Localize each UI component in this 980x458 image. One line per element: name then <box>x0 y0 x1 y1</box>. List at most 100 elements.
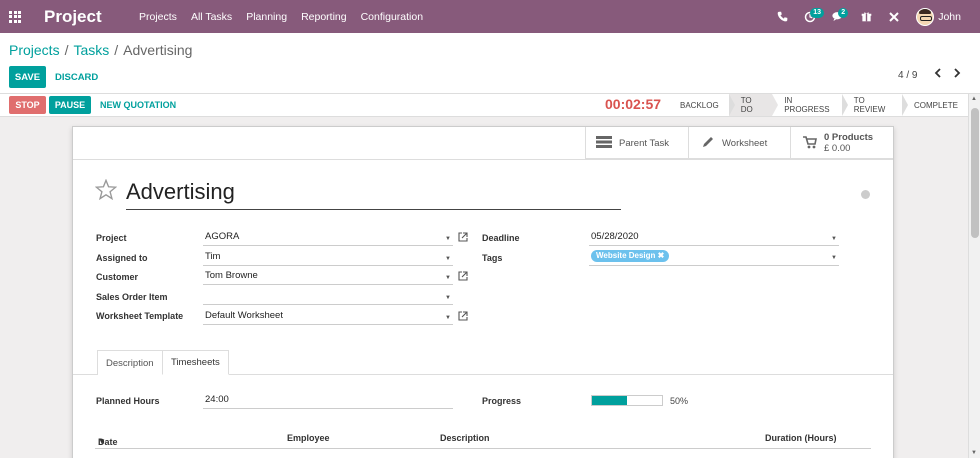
breadcrumb-projects[interactable]: Projects <box>9 42 60 58</box>
deadline-value: 05/28/2020 <box>591 231 639 242</box>
chat-icon[interactable]: 2 <box>824 0 852 33</box>
scroll-down-icon[interactable]: ▼ <box>971 450 977 456</box>
caret-down-icon: ▼ <box>445 236 451 242</box>
tab-timesheets[interactable]: Timesheets <box>162 350 229 375</box>
external-link-icon[interactable] <box>458 232 468 244</box>
worksheet-template-value: Default Worksheet <box>205 310 283 321</box>
cart-icon <box>803 135 817 151</box>
tags-field[interactable]: Website Design ✖ ▼ <box>589 250 839 266</box>
assigned-field[interactable]: Tim ▼ <box>203 251 453 266</box>
project-field[interactable]: AGORA ▼ <box>203 231 453 246</box>
list-icon <box>596 135 612 151</box>
column-duration[interactable]: Duration (Hours) <box>765 433 837 443</box>
stage-backlog[interactable]: BACKLOG <box>668 94 735 116</box>
form-statusbar: STOP PAUSE NEW QUOTATION 00:02:57 BACKLO… <box>0 94 968 117</box>
navbar-systray: 13 2 John <box>768 0 980 33</box>
activity-badge: 13 <box>810 8 825 18</box>
column-employee[interactable]: Employee <box>287 433 330 443</box>
caret-down-icon: ▼ <box>831 255 837 261</box>
tag-chip[interactable]: Website Design ✖ <box>591 250 670 262</box>
form-sheet: Parent Task Worksheet 0 Products £ 0.00 … <box>72 126 894 458</box>
sort-icon: ▼ <box>98 437 106 446</box>
worksheet-label: Worksheet <box>722 137 768 149</box>
stop-timer-button[interactable]: STOP <box>9 96 46 114</box>
scrollbar-thumb[interactable] <box>971 108 979 238</box>
scroll-up-icon[interactable]: ▲ <box>971 96 977 102</box>
chevron-right-icon[interactable] <box>953 68 961 81</box>
worksheet-button[interactable]: Worksheet <box>688 127 790 159</box>
column-description[interactable]: Description <box>440 433 490 443</box>
assigned-label: Assigned to <box>96 253 148 263</box>
caret-down-icon: ▼ <box>445 315 451 321</box>
worksheet-template-label: Worksheet Template <box>96 311 184 321</box>
planned-hours-value: 24:00 <box>205 394 229 405</box>
stage-complete[interactable]: COMPLETE <box>902 94 968 116</box>
products-button[interactable]: 0 Products £ 0.00 <box>790 127 893 159</box>
app-brand[interactable]: Project <box>44 7 122 27</box>
external-link-icon[interactable] <box>458 311 468 323</box>
activity-clock-icon[interactable]: 13 <box>796 0 825 33</box>
customer-value: Tom Browne <box>205 270 258 281</box>
stage-in-progress[interactable]: IN PROGRESS <box>772 94 848 116</box>
products-count: 0 Products <box>824 132 874 143</box>
messages-badge: 2 <box>838 8 849 18</box>
caret-down-icon: ▼ <box>445 295 451 301</box>
stage-to-review[interactable]: TO REVIEW <box>842 94 909 116</box>
menu-item-planning[interactable]: Planning <box>239 11 294 23</box>
save-button[interactable]: SAVE <box>9 66 46 88</box>
menu-item-reporting[interactable]: Reporting <box>294 11 354 23</box>
tab-description[interactable]: Description <box>97 350 163 375</box>
planned-hours-field[interactable]: 24:00 <box>203 394 453 409</box>
phone-icon[interactable] <box>768 0 796 33</box>
caret-down-icon: ▼ <box>445 256 451 262</box>
sale-line-field[interactable]: ▼ <box>203 290 453 305</box>
gift-icon[interactable] <box>852 0 880 33</box>
caret-down-icon: ▼ <box>831 236 837 242</box>
apps-menu-button[interactable] <box>0 0 30 33</box>
task-title[interactable]: Advertising <box>126 179 621 210</box>
notebook-tabs: Description Timesheets <box>73 350 893 375</box>
top-navbar: Project Projects All Tasks Planning Repo… <box>0 0 980 33</box>
apps-grid-icon <box>9 10 21 23</box>
new-quotation-button[interactable]: NEW QUOTATION <box>100 96 176 114</box>
customer-label: Customer <box>96 272 139 282</box>
progress-text: 50% <box>670 396 689 406</box>
project-label: Project <box>96 233 127 243</box>
breadcrumb-separator: / <box>114 42 119 58</box>
user-name: John <box>938 10 961 23</box>
stage-to-do[interactable]: TO DO <box>728 94 778 116</box>
pause-timer-button[interactable]: PAUSE <box>49 96 91 114</box>
scrollbar[interactable]: ▲ ▼ <box>968 94 980 458</box>
external-link-icon[interactable] <box>458 271 468 283</box>
assigned-value: Tim <box>205 251 221 262</box>
menu-item-all-tasks[interactable]: All Tasks <box>184 11 239 23</box>
deadline-label: Deadline <box>482 233 520 243</box>
kanban-state-indicator[interactable] <box>861 190 870 199</box>
customer-field[interactable]: Tom Browne ▼ <box>203 270 453 285</box>
deadline-field[interactable]: 05/28/2020 ▼ <box>589 231 839 246</box>
parent-task-button[interactable]: Parent Task <box>585 127 688 159</box>
parent-task-label: Parent Task <box>619 137 669 149</box>
pager-value[interactable]: 4 / 9 <box>898 70 917 81</box>
products-info: 0 Products £ 0.00 <box>824 132 873 154</box>
control-panel: Projects / Tasks / Advertising SAVE DISCARD … <box>0 33 980 94</box>
breadcrumb-tasks[interactable]: Tasks <box>73 42 109 58</box>
caret-down-icon: ▼ <box>445 275 451 281</box>
chevron-left-icon[interactable] <box>934 68 942 81</box>
discard-button[interactable]: DISCARD <box>55 66 98 88</box>
menu-item-configuration[interactable]: Configuration <box>354 11 430 23</box>
pencil-icon <box>701 135 715 152</box>
tag-label: Website Design <box>596 251 656 260</box>
tag-remove-icon[interactable]: ✖ <box>658 251 665 260</box>
planned-hours-label: Planned Hours <box>96 396 160 406</box>
progress-label: Progress <box>482 396 522 406</box>
menu-item-projects[interactable]: Projects <box>132 11 184 23</box>
worksheet-template-field[interactable]: Default Worksheet ▼ <box>203 310 453 325</box>
stage-selector: BACKLOG TO DO IN PROGRESS TO REVIEW COMP… <box>668 94 968 116</box>
main-menu: Projects All Tasks Planning Reporting Co… <box>132 11 430 23</box>
star-icon[interactable] <box>94 178 118 206</box>
user-menu[interactable]: John <box>916 7 961 26</box>
close-icon[interactable] <box>880 0 908 33</box>
progress-fill <box>592 396 627 405</box>
smart-button-box: Parent Task Worksheet 0 Products £ 0.00 <box>585 127 893 159</box>
